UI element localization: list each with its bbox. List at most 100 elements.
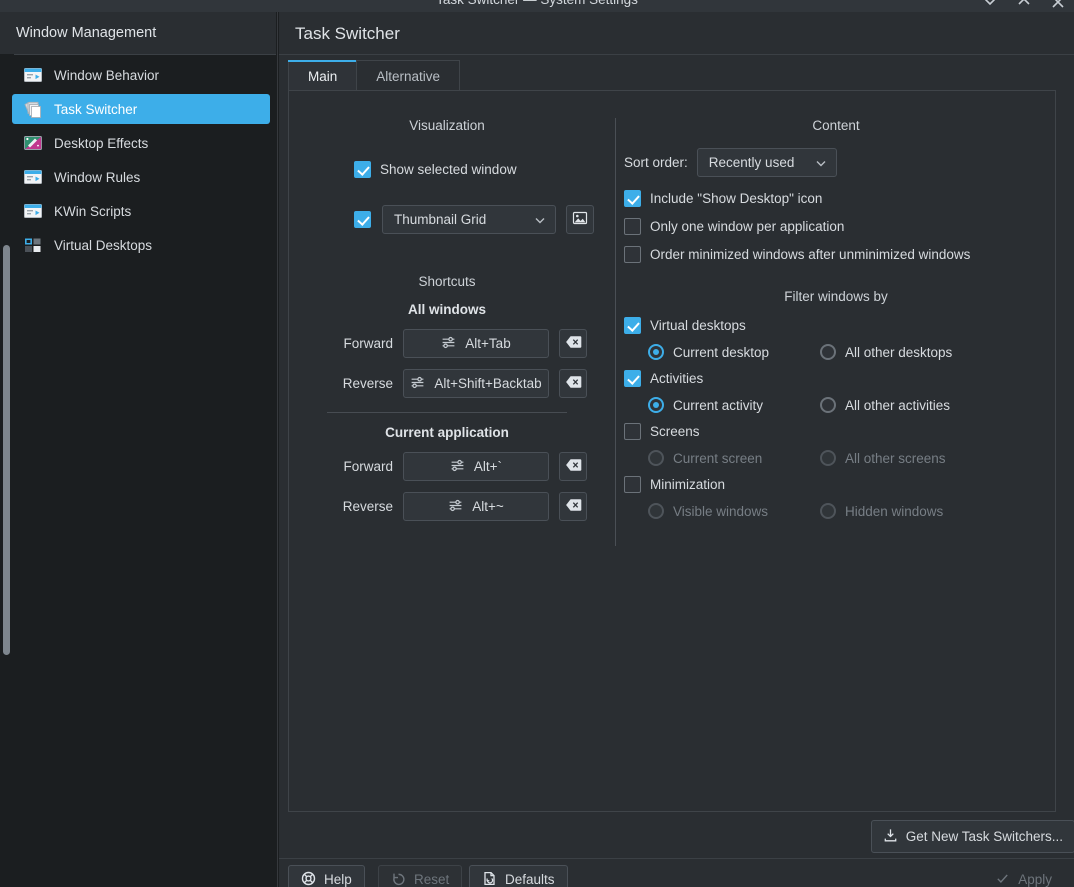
filter-activities-checkbox[interactable]: Activities bbox=[624, 370, 1056, 387]
clear-shortcut-button[interactable] bbox=[559, 369, 587, 398]
reset-label: Reset bbox=[414, 872, 450, 887]
sidebar: Window Management Window Behavior Task S… bbox=[0, 12, 276, 887]
content-section-title: Content bbox=[812, 118, 860, 133]
filter-screens-options: Current screen All other screens bbox=[648, 450, 1056, 466]
checkbox-label: Only one window per application bbox=[650, 219, 845, 234]
sidebar-item-label: KWin Scripts bbox=[54, 203, 132, 219]
tab-alternative[interactable]: Alternative bbox=[356, 60, 461, 91]
order-minimized-checkbox[interactable]: Order minimized windows after unminimize… bbox=[624, 246, 1056, 263]
radio-label: Visible windows bbox=[673, 503, 769, 519]
shortcut-row-all-forward: Forward Alt+Tab bbox=[327, 329, 605, 358]
help-button[interactable]: Help bbox=[288, 865, 365, 887]
shortcut-button[interactable]: Alt+Tab bbox=[403, 329, 549, 358]
sidebar-item-task-switcher[interactable]: Task Switcher bbox=[12, 94, 270, 124]
virtual-desktops-icon bbox=[22, 234, 44, 256]
undo-icon bbox=[391, 871, 406, 887]
show-selected-window-checkbox[interactable]: Show selected window bbox=[354, 161, 605, 178]
filter-section-title: Filter windows by bbox=[784, 289, 888, 304]
sort-order-combobox[interactable]: Recently used bbox=[696, 148, 837, 177]
apply-label: Apply bbox=[1018, 872, 1052, 887]
radio-all-other-screens: All other screens bbox=[820, 450, 946, 466]
chevron-down-icon bbox=[533, 213, 547, 227]
checkbox-label: Show selected window bbox=[380, 162, 517, 177]
download-icon bbox=[883, 828, 898, 846]
effect-preview-button[interactable] bbox=[566, 205, 594, 234]
radio-circle bbox=[820, 397, 836, 413]
checkbox-label: Activities bbox=[650, 371, 704, 386]
radio-circle bbox=[820, 450, 836, 466]
sidebar-header-divider bbox=[14, 54, 276, 55]
filter-minimization-options: Visible windows Hidden windows bbox=[648, 503, 1056, 519]
clear-shortcut-button[interactable] bbox=[559, 492, 587, 521]
all-windows-group-title: All windows bbox=[407, 302, 486, 317]
check-icon bbox=[995, 871, 1010, 887]
radio-label: Current desktop bbox=[673, 344, 770, 360]
sidebar-item-label: Desktop Effects bbox=[54, 135, 149, 151]
main-header: Task Switcher bbox=[279, 12, 1074, 54]
footer: Help Reset Defaults Apply bbox=[279, 859, 1074, 887]
shortcuts-divider bbox=[327, 412, 567, 413]
filter-virtual-desktops-checkbox[interactable]: Virtual desktops bbox=[624, 317, 1056, 334]
radio-current-screen: Current screen bbox=[648, 450, 820, 466]
sidebar-item-window-rules[interactable]: Window Rules bbox=[12, 162, 270, 192]
sidebar-item-virtual-desktops[interactable]: Virtual Desktops bbox=[12, 230, 270, 260]
sidebar-item-label: Window Rules bbox=[54, 169, 141, 185]
reset-button: Reset bbox=[378, 865, 463, 887]
sidebar-item-kwin-scripts[interactable]: KWin Scripts bbox=[12, 196, 270, 226]
checkbox-label: Include "Show Desktop" icon bbox=[650, 191, 823, 206]
main-panel: Task Switcher Main Alternative Visualiza… bbox=[279, 12, 1074, 887]
sidebar-header: Window Management bbox=[0, 12, 276, 54]
checkbox-box bbox=[624, 370, 641, 387]
defaults-button[interactable]: Defaults bbox=[469, 865, 568, 887]
checkbox-box bbox=[624, 190, 641, 207]
radio-circle bbox=[820, 344, 836, 360]
clear-shortcut-icon bbox=[565, 375, 582, 392]
clear-shortcut-button[interactable] bbox=[559, 452, 587, 481]
radio-current-activity[interactable]: Current activity bbox=[648, 397, 820, 413]
shortcuts-section-title: Shortcuts bbox=[418, 274, 476, 289]
checkbox-box bbox=[624, 476, 641, 493]
include-show-desktop-checkbox[interactable]: Include "Show Desktop" icon bbox=[624, 190, 1056, 207]
radio-label: Current screen bbox=[673, 450, 763, 466]
sort-order-label: Sort order: bbox=[624, 155, 688, 170]
sliders-icon bbox=[410, 375, 425, 393]
checkbox-box bbox=[624, 246, 641, 263]
clear-shortcut-button[interactable] bbox=[559, 329, 587, 358]
sliders-icon bbox=[441, 335, 456, 353]
effect-combobox[interactable]: Thumbnail Grid bbox=[382, 205, 556, 234]
get-new-task-switchers-button[interactable]: Get New Task Switchers... bbox=[870, 820, 1074, 853]
checkbox-label: Screens bbox=[650, 424, 700, 439]
minimize-button[interactable] bbox=[980, 0, 1000, 11]
shortcut-button[interactable]: Alt+Shift+Backtab bbox=[403, 369, 549, 398]
radio-all-other-activities[interactable]: All other activities bbox=[820, 397, 950, 413]
shortcut-button[interactable]: Alt+` bbox=[403, 452, 549, 481]
get-new-label: Get New Task Switchers... bbox=[905, 829, 1063, 844]
radio-circle bbox=[648, 503, 664, 519]
only-one-window-checkbox[interactable]: Only one window per application bbox=[624, 218, 1056, 235]
desktop-effects-icon bbox=[22, 132, 44, 154]
page-scrollbar[interactable] bbox=[3, 245, 10, 655]
tab-panel-main: Visualization Show selected window Thumb… bbox=[288, 90, 1056, 812]
sidebar-item-label: Window Behavior bbox=[54, 67, 160, 83]
shortcut-value: Alt+~ bbox=[472, 499, 504, 514]
shortcut-label: Reverse bbox=[342, 499, 393, 514]
tab-main[interactable]: Main bbox=[288, 60, 358, 91]
sort-order-row: Sort order: Recently used bbox=[624, 148, 1056, 177]
filter-screens-checkbox[interactable]: Screens bbox=[624, 423, 1056, 440]
radio-current-desktop[interactable]: Current desktop bbox=[648, 344, 820, 360]
defaults-label: Defaults bbox=[505, 872, 555, 887]
effect-enabled-checkbox[interactable] bbox=[354, 211, 371, 228]
maximize-button[interactable] bbox=[1014, 0, 1034, 11]
defaults-icon bbox=[482, 871, 497, 887]
shortcut-button[interactable]: Alt+~ bbox=[403, 492, 549, 521]
window-icon bbox=[22, 166, 44, 188]
filter-minimization-checkbox[interactable]: Minimization bbox=[624, 476, 1056, 493]
sidebar-item-label: Virtual Desktops bbox=[54, 237, 153, 253]
radio-all-other-desktops[interactable]: All other desktops bbox=[820, 344, 952, 360]
sidebar-item-desktop-effects[interactable]: Desktop Effects bbox=[12, 128, 270, 158]
system-settings-window: Task Switcher — System Settings Window M… bbox=[0, 0, 1074, 887]
shortcut-row-app-forward: Forward Alt+` bbox=[327, 452, 605, 481]
close-button[interactable] bbox=[1048, 0, 1068, 11]
sidebar-separator bbox=[277, 12, 278, 887]
sidebar-item-window-behavior[interactable]: Window Behavior bbox=[12, 60, 270, 90]
